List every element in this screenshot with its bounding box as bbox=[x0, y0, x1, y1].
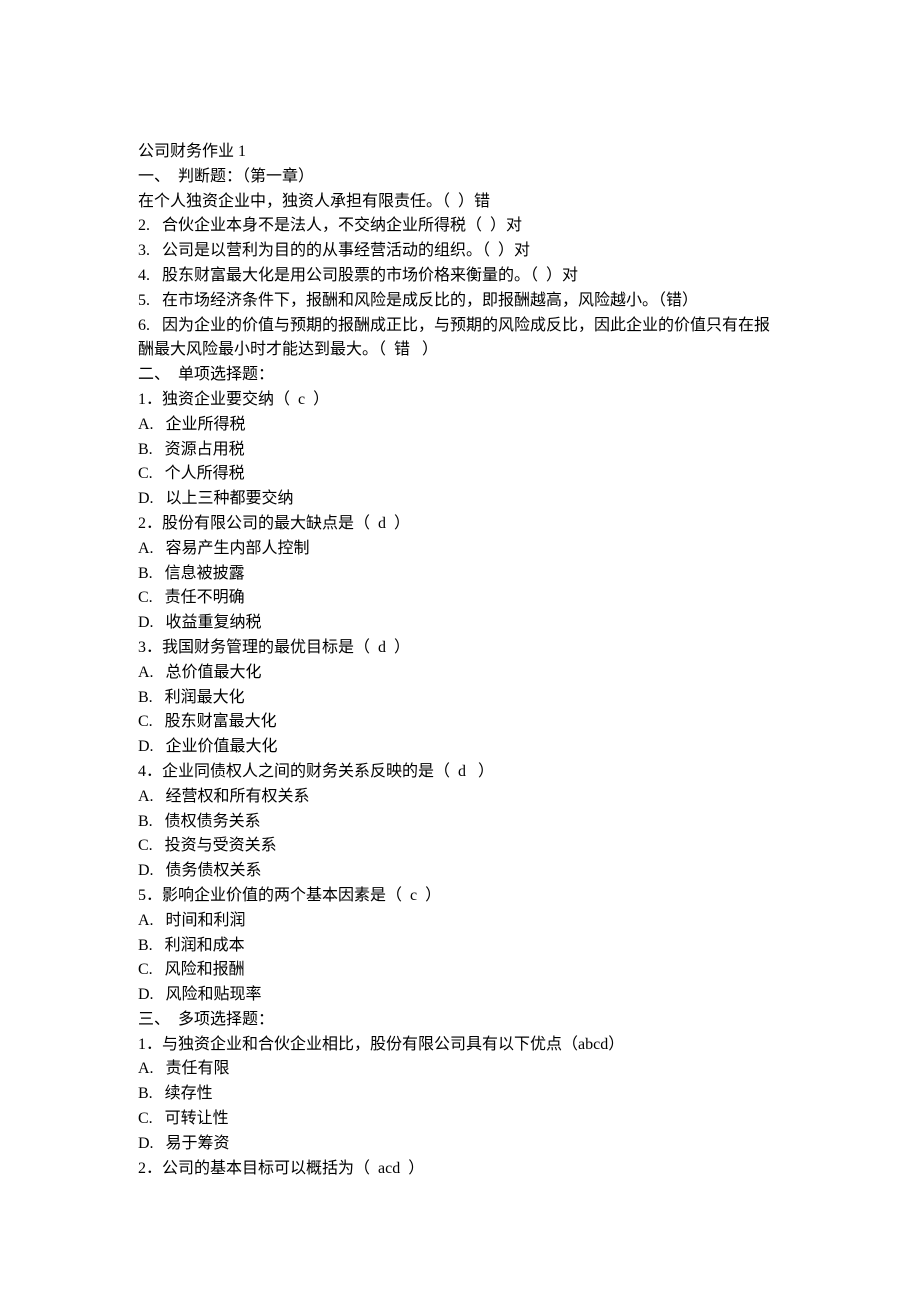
text-line: A. 经营权和所有权关系 bbox=[138, 785, 782, 810]
text-line: A. 容易产生内部人控制 bbox=[138, 537, 782, 562]
text-line: D. 收益重复纳税 bbox=[138, 611, 782, 636]
text-line: 一、 判断题：（第一章） bbox=[138, 165, 782, 190]
text-line: 1．与独资企业和合伙企业相比，股份有限公司具有以下优点（abcd） bbox=[138, 1033, 782, 1058]
text-line: 在个人独资企业中，独资人承担有限责任。（ ）错 bbox=[138, 190, 782, 215]
text-line: B. 续存性 bbox=[138, 1082, 782, 1107]
text-line: C. 责任不明确 bbox=[138, 586, 782, 611]
text-line: D. 以上三种都要交纳 bbox=[138, 487, 782, 512]
text-line: D. 债务债权关系 bbox=[138, 859, 782, 884]
text-line: B. 利润和成本 bbox=[138, 934, 782, 959]
text-line: 4. 股东财富最大化是用公司股票的市场价格来衡量的。（ ）对 bbox=[138, 264, 782, 289]
text-line: B. 资源占用税 bbox=[138, 438, 782, 463]
text-line: B. 债权债务关系 bbox=[138, 810, 782, 835]
text-line: C. 股东财富最大化 bbox=[138, 710, 782, 735]
text-line: B. 利润最大化 bbox=[138, 686, 782, 711]
text-line: D. 易于筹资 bbox=[138, 1132, 782, 1157]
text-line: A. 责任有限 bbox=[138, 1057, 782, 1082]
text-line: 二、 单项选择题： bbox=[138, 363, 782, 388]
text-line: 公司财务作业 1 bbox=[138, 140, 782, 165]
text-line: 三、 多项选择题： bbox=[138, 1008, 782, 1033]
text-line: A. 总价值最大化 bbox=[138, 661, 782, 686]
text-line: 5．影响企业价值的两个基本因素是（ c ） bbox=[138, 884, 782, 909]
text-line: 2．公司的基本目标可以概括为（ acd ） bbox=[138, 1157, 782, 1182]
text-line: 3．我国财务管理的最优目标是（ d ） bbox=[138, 636, 782, 661]
text-line: C. 可转让性 bbox=[138, 1107, 782, 1132]
text-line: D. 风险和贴现率 bbox=[138, 983, 782, 1008]
text-line: D. 企业价值最大化 bbox=[138, 735, 782, 760]
text-line: 4．企业同债权人之间的财务关系反映的是（ d ） bbox=[138, 760, 782, 785]
text-line: C. 风险和报酬 bbox=[138, 958, 782, 983]
text-line: A. 企业所得税 bbox=[138, 413, 782, 438]
text-line: C. 个人所得税 bbox=[138, 462, 782, 487]
text-line: 2. 合伙企业本身不是法人，不交纳企业所得税（ ）对 bbox=[138, 214, 782, 239]
text-line: B. 信息被披露 bbox=[138, 562, 782, 587]
text-line: 2．股份有限公司的最大缺点是（ d ） bbox=[138, 512, 782, 537]
text-line: C. 投资与受资关系 bbox=[138, 834, 782, 859]
text-line: A. 时间和利润 bbox=[138, 909, 782, 934]
text-line: 5. 在市场经济条件下，报酬和风险是成反比的，即报酬越高，风险越小。（错） bbox=[138, 289, 782, 314]
document-body: 公司财务作业 1一、 判断题：（第一章）在个人独资企业中，独资人承担有限责任。（… bbox=[138, 140, 782, 1181]
text-line: 3. 公司是以营利为目的的从事经营活动的组织。（ ）对 bbox=[138, 239, 782, 264]
text-line: 1．独资企业要交纳（ c ） bbox=[138, 388, 782, 413]
text-line: 6. 因为企业的价值与预期的报酬成正比，与预期的风险成反比，因此企业的价值只有在… bbox=[138, 314, 782, 364]
